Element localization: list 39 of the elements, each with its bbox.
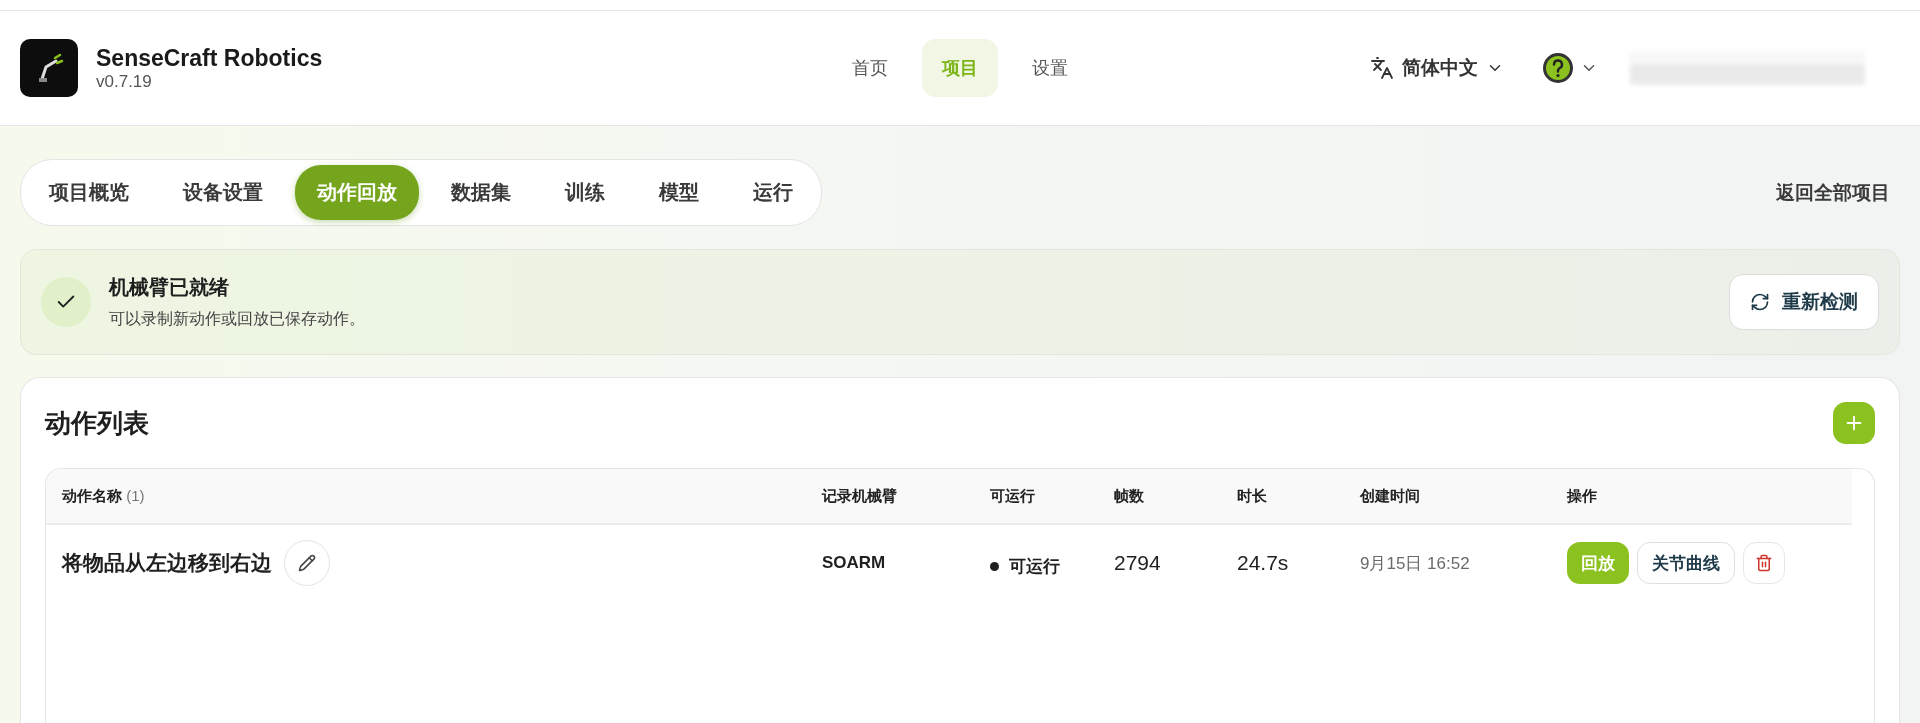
edit-button[interactable] [284,540,330,586]
table-cell-text: 24.7s [1237,551,1290,575]
trash-icon [1755,554,1773,572]
refresh-icon [1750,292,1770,312]
pencil-icon [298,554,316,572]
status-title: 机械臂已就绪 [109,275,230,300]
column-header: 创建时间 [1360,486,1421,506]
status-message: 可以录制新动作或回放已保存动作。 [109,309,366,329]
delete-button[interactable] [1743,542,1785,584]
column-header: 时长 [1237,486,1268,506]
app-version: v0.7.19 [96,71,153,92]
project-tab[interactable]: 项目概览 [27,165,151,220]
joint-curves-button[interactable]: 关节曲线 [1637,542,1735,584]
column-header: 记录机械臂 [822,486,898,506]
project-tab[interactable]: 训练 [543,165,627,220]
translate-icon [1370,56,1394,80]
nav-link[interactable]: 设置 [1012,39,1088,97]
project-tab[interactable]: 数据集 [429,165,533,220]
action-name: 将物品从左边移到右边 [62,550,272,576]
table-cell-text: 9月15日 16:52 [1360,552,1471,575]
table-cell-text: 可运行 [1009,555,1060,578]
help-icon [1542,52,1574,84]
back-to-projects-link[interactable]: 返回全部项目 [1776,179,1890,206]
column-header: 动作名称 (1) [62,486,146,506]
project-tab[interactable]: 设备设置 [161,165,285,220]
recheck-button[interactable]: 重新检测 [1729,274,1879,330]
project-tab[interactable]: 模型 [637,165,721,220]
check-icon [41,277,91,327]
column-header: 可运行 [990,486,1036,506]
nav-link[interactable]: 首页 [832,39,908,97]
column-header: 帧数 [1114,486,1145,506]
robot-arm-logo [20,39,78,97]
app-name: SenseCraft Robotics [96,44,323,72]
table-cell-text: SOARM [822,553,887,573]
column-header: 操作 [1567,486,1598,506]
card-title: 动作列表 [45,406,149,440]
table-cell-text: 2794 [1114,551,1162,575]
language-selector[interactable]: 简体中文 [1364,54,1510,82]
project-tab[interactable]: 运行 [731,165,815,220]
